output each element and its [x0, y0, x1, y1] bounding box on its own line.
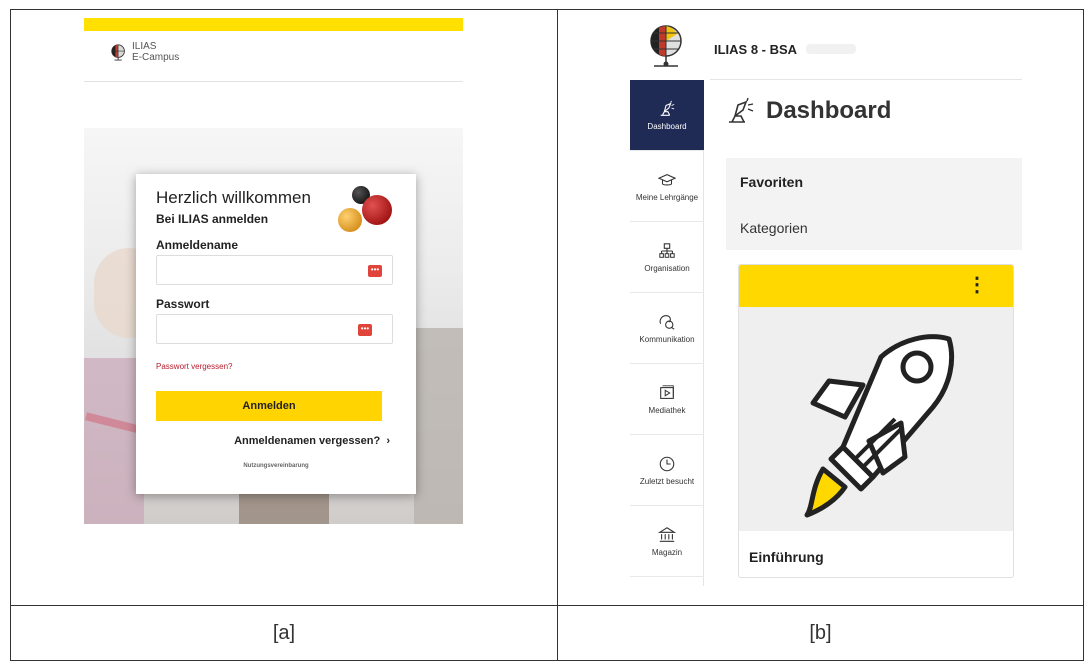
forgot-password-link[interactable]: Passwort vergessen?: [156, 362, 396, 371]
tile-header: ⋮: [739, 265, 1013, 307]
more-vertical-icon[interactable]: ⋮: [967, 275, 987, 295]
tile-title[interactable]: Einführung: [749, 549, 824, 565]
app-header: ILIAS 8 - BSA: [630, 18, 1022, 78]
dashboard-icon: [729, 97, 754, 123]
top-accent-bar: [84, 18, 463, 31]
terms-link[interactable]: Nutzungsvereinbarung: [156, 463, 396, 469]
password-field[interactable]: •••: [156, 314, 393, 344]
password-manager-icon[interactable]: •••: [358, 324, 372, 336]
password-manager-icon[interactable]: •••: [368, 265, 382, 277]
logo-line-2: E-Campus: [132, 52, 180, 63]
login-screen: ILIAS E-Campus Herzlich willkommen Bei I…: [84, 18, 463, 524]
chat-bubble-icon: [659, 314, 675, 330]
bank-icon: [658, 526, 676, 542]
ilias-logo[interactable]: ILIAS E-Campus: [110, 41, 179, 63]
favorites-panel: Favoriten Kategorien: [726, 158, 1022, 250]
nav-item-organisation[interactable]: Organisation: [630, 222, 704, 293]
caption-b: [b]: [809, 621, 832, 644]
chevron-right-icon: ›: [383, 435, 390, 447]
username-field[interactable]: •••: [156, 255, 393, 285]
favorites-title: Favoriten: [740, 174, 804, 190]
nav-label-magazin: Magazin: [651, 547, 683, 557]
globe-icon: [111, 44, 125, 61]
nav-label-courses: Meine Lehrgänge: [635, 192, 699, 202]
forgot-username-link[interactable]: Anmeldenamen vergessen? ›: [156, 435, 396, 447]
forgot-username-label: Anmeldenamen vergessen?: [234, 435, 381, 447]
login-card: Herzlich willkommen Bei ILIAS anmelden A…: [136, 174, 416, 494]
nav-label-mediathek: Mediathek: [648, 405, 686, 415]
page-header: Dashboard: [726, 96, 891, 126]
dashboard-icon: [660, 100, 675, 116]
main-bar: Dashboard Meine Lehrgänge Organisation K…: [630, 80, 704, 586]
nav-item-mediathek[interactable]: Mediathek: [630, 364, 704, 435]
caption-a: [a]: [272, 621, 296, 644]
nav-label-communication: Kommunikation: [639, 334, 695, 344]
nav-item-courses[interactable]: Meine Lehrgänge: [630, 151, 704, 222]
clock-icon: [659, 456, 675, 471]
username-label: Anmeldename: [156, 238, 239, 252]
nav-item-dashboard[interactable]: Dashboard: [630, 80, 704, 151]
org-chart-icon: [659, 242, 675, 258]
login-button[interactable]: Anmelden: [156, 391, 382, 421]
app-title: ILIAS 8 - BSA: [714, 42, 798, 57]
nav-label-recent: Zuletzt besucht: [639, 476, 695, 486]
redacted-text: [806, 44, 856, 54]
nav-label-dashboard: Dashboard: [647, 121, 687, 131]
graduation-cap-icon: [658, 173, 676, 185]
media-icon: [660, 384, 674, 399]
nav-item-communication[interactable]: Kommunikation: [630, 293, 704, 364]
rocket-icon: [804, 334, 955, 518]
nav-item-magazin[interactable]: Magazin: [630, 506, 704, 577]
divider-vertical: [557, 10, 558, 660]
dashboard-screen: ILIAS 8 - BSA Dashboard Meine Lehrgänge …: [630, 18, 1022, 586]
logo-line-1: ILIAS: [132, 41, 157, 52]
globe-logo-icon[interactable]: [646, 24, 686, 70]
password-label: Passwort: [156, 297, 210, 311]
page-title: Dashboard: [766, 97, 892, 124]
nav-label-organisation: Organisation: [644, 263, 690, 273]
header-divider: [84, 81, 463, 82]
nav-item-recent[interactable]: Zuletzt besucht: [630, 435, 704, 506]
favorites-categories[interactable]: Kategorien: [740, 220, 808, 236]
header-divider: [710, 79, 1022, 80]
course-tile[interactable]: ⋮ Einführung: [738, 264, 1014, 578]
balls-logo: [336, 186, 396, 238]
rocket-image: [739, 307, 1013, 531]
